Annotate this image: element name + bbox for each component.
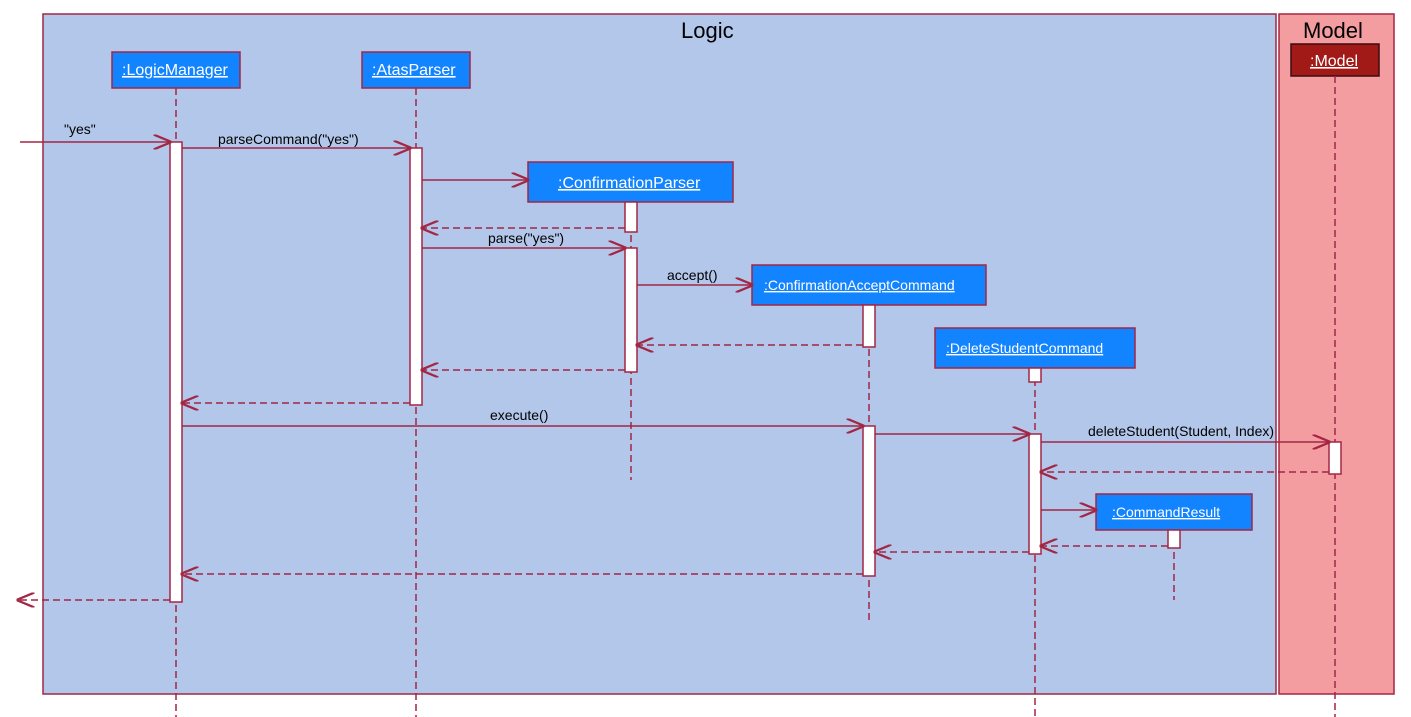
frame-model-title: Model: [1303, 18, 1363, 43]
frame-logic-title: Logic: [681, 18, 734, 43]
activation-delete-student-command-1: [1029, 368, 1041, 382]
frame-model: [1279, 14, 1394, 694]
participant-confirmation-accept-command: :ConfirmationAcceptCommand: [752, 265, 986, 305]
activation-command-result: [1168, 530, 1180, 548]
label-delete-student: deleteStudent(Student, Index): [1088, 423, 1274, 439]
label-accept: accept(): [667, 267, 718, 283]
participant-confirmation-parser: :ConfirmationParser: [528, 162, 733, 202]
participant-atas-parser: :AtasParser: [362, 52, 470, 88]
participant-logic-manager-label: :LogicManager: [122, 62, 229, 79]
label-parse-command: parseCommand("yes"): [218, 131, 359, 147]
activation-confirmation-accept-command-1: [863, 305, 875, 347]
participant-delete-student-command: :DeleteStudentCommand: [935, 328, 1135, 368]
activation-confirmation-accept-command-2: [863, 426, 875, 576]
participant-command-result: :CommandResult: [1096, 494, 1252, 530]
activation-logic-manager: [170, 142, 182, 602]
participant-command-result-label: :CommandResult: [1112, 504, 1220, 520]
participant-model-label: :Model: [1310, 53, 1358, 70]
participant-logic-manager: :LogicManager: [112, 52, 240, 88]
activation-model: [1329, 442, 1341, 474]
label-execute: execute(): [490, 407, 548, 423]
activation-delete-student-command-2: [1029, 434, 1041, 554]
participant-atas-parser-label: :AtasParser: [372, 62, 456, 79]
label-entry: "yes": [64, 121, 96, 137]
label-parse: parse("yes"): [488, 230, 564, 246]
participant-delete-student-command-label: :DeleteStudentCommand: [946, 340, 1103, 356]
participant-confirmation-accept-command-label: :ConfirmationAcceptCommand: [764, 277, 955, 293]
activation-confirmation-parser-1: [625, 202, 637, 232]
participant-confirmation-parser-label: :ConfirmationParser: [558, 175, 701, 192]
participant-model: :Model: [1291, 44, 1379, 76]
activation-atas-parser: [410, 148, 422, 405]
activation-confirmation-parser-2: [625, 248, 637, 372]
